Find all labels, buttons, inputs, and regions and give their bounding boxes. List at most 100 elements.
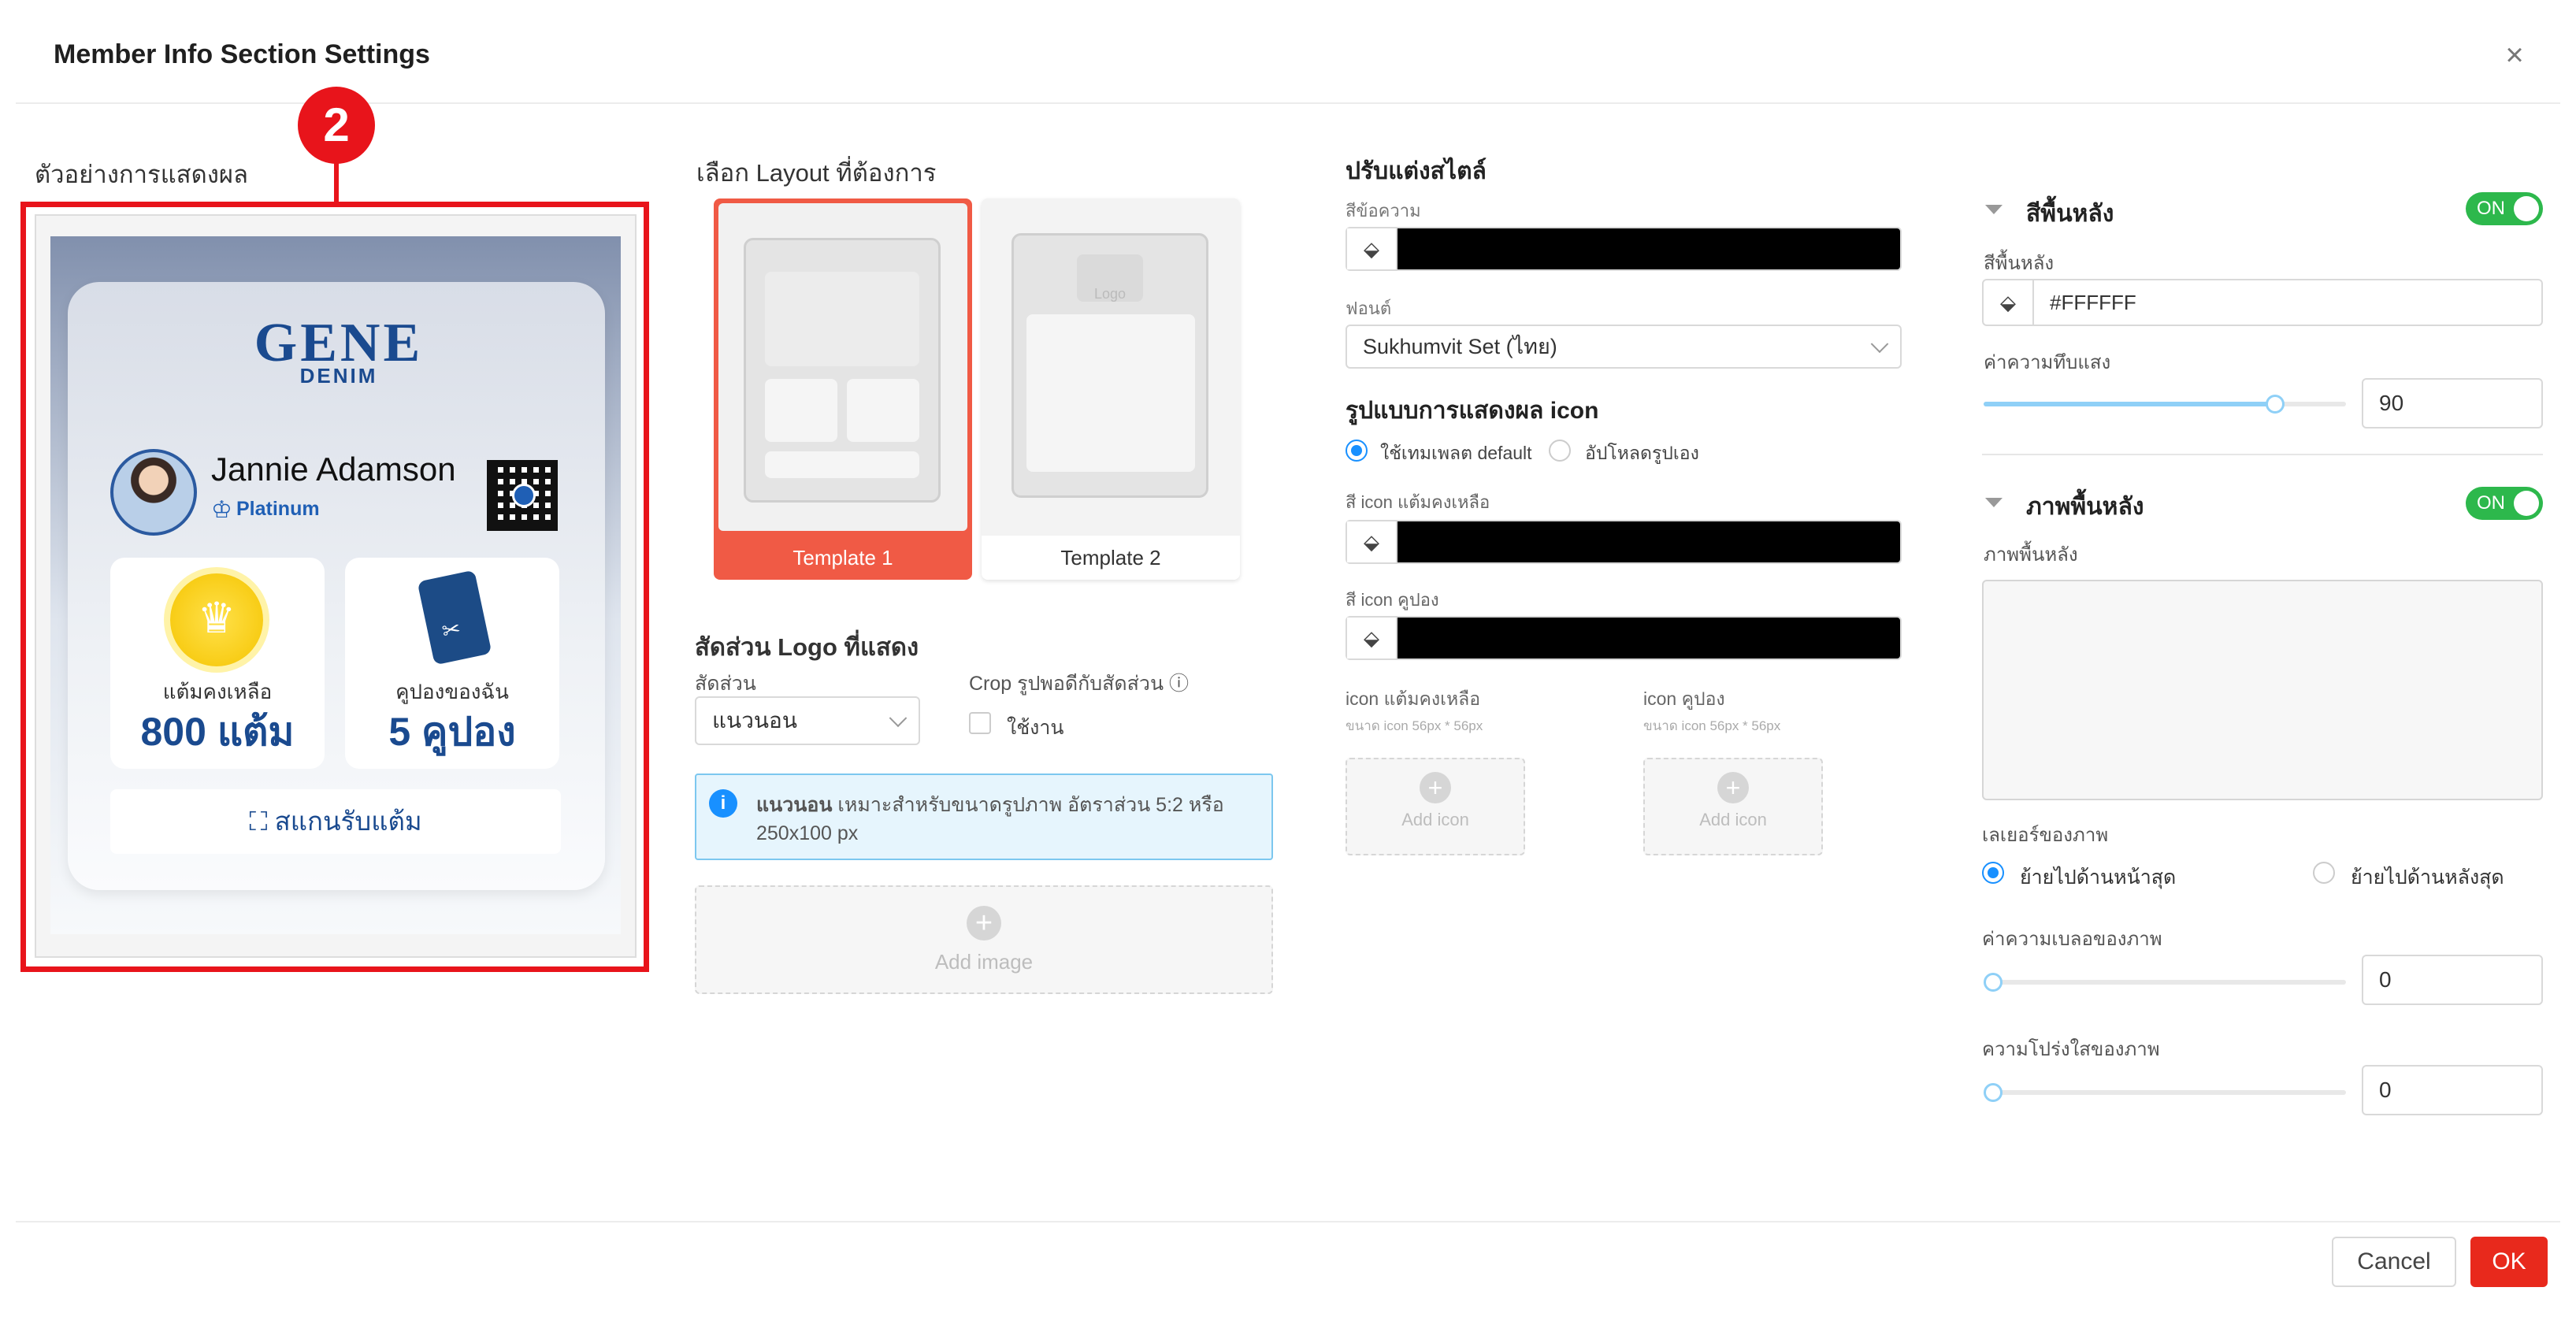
footer-divider xyxy=(16,1221,2560,1222)
info-bold: แนวนอน xyxy=(756,794,833,816)
coupon-icon-color-label: สี icon คูปอง xyxy=(1346,590,1439,610)
chevron-down-icon xyxy=(1870,335,1889,354)
modal-title: Member Info Section Settings xyxy=(54,39,430,69)
coupon-icon-label: icon คูปอง xyxy=(1643,688,1725,709)
add-image-label: Add image xyxy=(934,950,1034,974)
ratio-label: สัดส่วน xyxy=(695,673,756,695)
chevron-down-icon xyxy=(889,709,908,728)
blur-slider-handle[interactable] xyxy=(1984,973,2003,992)
ratio-select[interactable]: แนวนอน xyxy=(695,696,920,745)
brand-logo: GENE xyxy=(254,313,424,373)
icon-option-upload-radio[interactable] xyxy=(1549,440,1571,462)
bg-image-header: ภาพพื้นหลัง xyxy=(2026,494,2144,520)
header-divider xyxy=(16,102,2560,104)
icon-display-title: รูปแบบการแสดงผล icon xyxy=(1346,398,1599,424)
opacity-slider[interactable] xyxy=(1984,395,2346,414)
transparency-slider-handle[interactable] xyxy=(1984,1083,2003,1102)
opacity-label: ค่าความทึบแสง xyxy=(1984,352,2111,373)
style-section-title: ปรับแต่งสไตล์ xyxy=(1346,158,1487,184)
plus-icon: + xyxy=(1717,772,1749,803)
template-2-label: Template 2 xyxy=(982,536,1240,580)
template-2-art: Logo xyxy=(1011,233,1208,498)
zoom-icon xyxy=(512,484,536,507)
bg-image-toggle[interactable]: ON xyxy=(2466,487,2543,520)
template-1-card[interactable]: Template 1 xyxy=(714,198,972,580)
scan-button-label: สแกนรับแต้ม xyxy=(274,807,422,836)
cancel-button[interactable]: Cancel xyxy=(2332,1237,2456,1287)
close-icon[interactable]: × xyxy=(2497,38,2532,72)
add-icon-label: Add icon xyxy=(1699,810,1767,829)
brand-logo-sub: DENIM xyxy=(299,364,378,388)
crown-icon: ♛ xyxy=(197,595,236,642)
points-icon-label: icon แต้มคงเหลือ xyxy=(1346,688,1481,709)
ratio-info-alert: แนวนอน เหมาะสำหรับขนาดรูปภาพ อัตราส่วน 5… xyxy=(695,774,1273,860)
transparency-input[interactable]: 0 xyxy=(2362,1065,2543,1115)
paint-bucket-icon: ⬙ xyxy=(1347,618,1397,658)
bg-color-header: สีพื้นหลัง xyxy=(2026,201,2114,227)
avatar xyxy=(110,449,197,536)
layout-section-title: เลือก Layout ที่ต้องการ xyxy=(696,159,937,187)
template-2-logo-label: Logo xyxy=(1077,254,1143,302)
layer-front-label: ย้ายไปด้านหน้าสุด xyxy=(2020,866,2177,889)
bg-color-input[interactable]: #FFFFFF ⬙ xyxy=(1982,279,2543,326)
coupon-icon-color-picker[interactable]: ⬙ xyxy=(1346,616,1902,660)
ok-button[interactable]: OK xyxy=(2470,1237,2548,1287)
add-points-icon-dropzone[interactable]: + Add icon xyxy=(1346,758,1525,855)
layer-back-radio[interactable] xyxy=(2313,862,2335,884)
blur-slider[interactable] xyxy=(1984,973,2346,992)
bg-image-label: ภาพพื้นหลัง xyxy=(1984,544,2078,566)
template-1-art xyxy=(744,238,941,503)
blur-label: ค่าความเบลอของภาพ xyxy=(1982,929,2162,950)
opacity-input[interactable]: 90 xyxy=(2362,378,2543,428)
collapse-caret-icon[interactable] xyxy=(1985,498,2003,507)
bg-color-toggle[interactable]: ON xyxy=(2466,192,2543,225)
font-select[interactable]: Sukhumvit Set (ไทย) xyxy=(1346,325,1902,369)
plus-icon: + xyxy=(1420,772,1451,803)
template-2-card[interactable]: Logo Template 2 xyxy=(982,198,1240,580)
icon-option-upload-label: อัปโหลดรูปเอง xyxy=(1585,443,1699,463)
ratio-select-value: แนวนอน xyxy=(712,708,798,733)
preview-section-title: ตัวอย่างการแสดงผล xyxy=(35,161,249,188)
add-coupon-icon-dropzone[interactable]: + Add icon xyxy=(1643,758,1823,855)
coupon-icon-size-hint: ขนาด icon 56px * 56px xyxy=(1643,718,1781,733)
crop-checkbox-label: ใช้งาน xyxy=(1007,717,1064,739)
layer-front-radio[interactable] xyxy=(1982,862,2004,884)
icon-option-default-label: ใช้เทมเพลต default xyxy=(1380,443,1532,463)
points-icon-size-hint: ขนาด icon 56px * 56px xyxy=(1346,718,1483,733)
crown-icon: ♔ xyxy=(211,497,232,523)
icon-option-default-radio[interactable] xyxy=(1346,440,1368,462)
scan-icon: ⛶ xyxy=(249,807,275,836)
blur-input[interactable]: 0 xyxy=(2362,955,2543,1005)
logo-ratio-title: สัดส่วน Logo ที่แสดง xyxy=(695,633,919,661)
bg-color-label: สีพื้นหลัง xyxy=(1984,253,2054,274)
transparency-slider[interactable] xyxy=(1984,1083,2346,1102)
template-1-label: Template 1 xyxy=(792,546,893,569)
collapse-caret-icon[interactable] xyxy=(1985,205,2003,214)
layer-label: เลเยอร์ของภาพ xyxy=(1982,825,2109,846)
info-icon: i xyxy=(709,789,737,818)
section-divider xyxy=(1982,454,2543,455)
transparency-label: ความโปร่งใสของภาพ xyxy=(1982,1039,2160,1060)
points-value: 800 แต้ม xyxy=(140,710,295,754)
step-marker: 2 xyxy=(298,87,375,164)
opacity-slider-handle[interactable] xyxy=(2266,395,2285,414)
member-tier: Platinum xyxy=(236,498,320,520)
paint-bucket-icon: ⬙ xyxy=(1347,521,1397,562)
points-icon-color-picker[interactable]: ⬙ xyxy=(1346,520,1902,564)
text-color-label: สีข้อความ xyxy=(1346,201,1421,221)
layer-back-label: ย้ายไปด้านหลังสุด xyxy=(2351,866,2504,889)
scissors-icon: ✂ xyxy=(440,616,463,644)
bg-color-value: #FFFFFF xyxy=(2050,291,2136,314)
font-select-value: Sukhumvit Set (ไทย) xyxy=(1363,335,1557,358)
bg-image-dropzone[interactable] xyxy=(1982,580,2543,800)
member-name: Jannie Adamson xyxy=(211,451,456,488)
scan-points-button[interactable]: ⛶ สแกนรับแต้ม xyxy=(110,789,561,854)
points-icon-color-label: สี icon แต้มคงเหลือ xyxy=(1346,492,1490,512)
font-label: ฟอนต์ xyxy=(1346,299,1392,318)
add-image-dropzone[interactable]: + Add image xyxy=(695,885,1273,994)
info-circle-icon: ⓘ xyxy=(1169,673,1190,695)
text-color-picker[interactable]: ⬙ xyxy=(1346,227,1902,271)
coupon-value: 5 คูปอง xyxy=(388,710,516,754)
step-marker-stem xyxy=(334,158,339,202)
crop-checkbox[interactable] xyxy=(969,712,991,734)
